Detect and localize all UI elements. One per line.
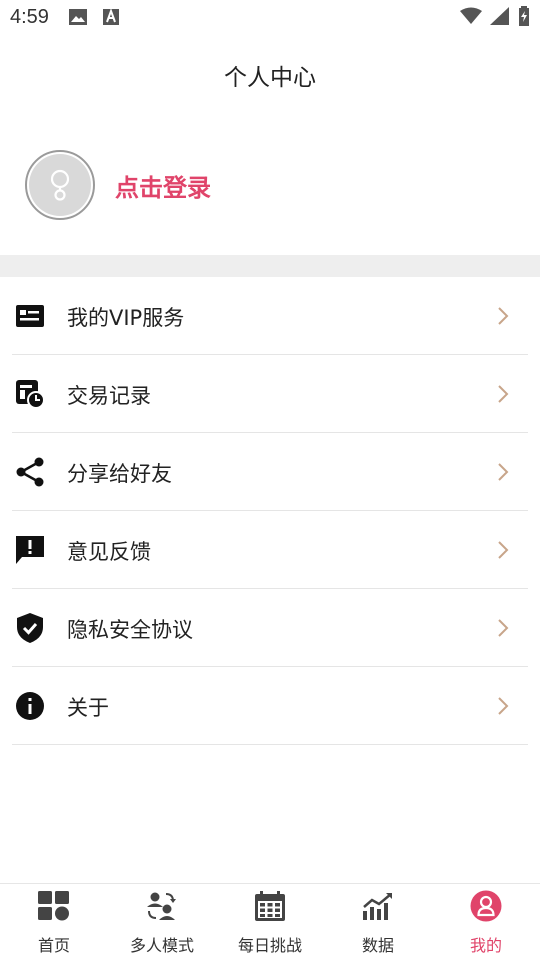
menu-item-feedback[interactable]: 意见反馈 [0,511,540,589]
chevron-right-icon [496,617,510,639]
nav-item-daily-challenge[interactable]: 每日挑战 [216,884,324,960]
menu-item-about[interactable]: 关于 [0,667,540,745]
nav-label: 多人模式 [129,936,194,955]
menu-item-privacy[interactable]: 隐私安全协议 [0,589,540,667]
shield-check-icon [14,612,46,644]
chevron-right-icon [496,305,510,327]
status-time: 4:59 [10,6,49,28]
feedback-icon [14,534,46,566]
info-icon [14,690,46,722]
menu-item-label: 隐私安全协议 [67,618,193,642]
page-title: 个人中心 [224,65,316,91]
signal-icon [490,7,510,29]
home-grid-icon [38,890,70,922]
menu-item-label: 意见反馈 [67,540,151,564]
chevron-right-icon [496,695,510,717]
image-icon [68,8,88,30]
wifi-icon [460,7,482,29]
menu-item-share[interactable]: 分享给好友 [0,433,540,511]
transaction-history-icon [14,378,46,410]
status-bar: 4:59 [0,0,540,38]
menu-item-transactions[interactable]: 交易记录 [0,355,540,433]
menu-item-label: 分享给好友 [67,462,172,486]
nav-label: 我的 [469,936,502,955]
avatar[interactable] [25,150,95,220]
nav-label: 首页 [37,936,70,955]
multiplayer-icon [146,890,178,922]
chart-icon [362,890,394,922]
nav-item-home[interactable]: 首页 [0,884,108,960]
bottom-nav: 首页 多人模式 每日挑战 数据 我的 [0,883,540,960]
nav-item-data[interactable]: 数据 [324,884,432,960]
nav-label: 每日挑战 [237,936,302,955]
menu-item-label: 交易记录 [67,384,151,408]
profile-icon [470,890,502,922]
login-link[interactable]: 点击登录 [115,168,211,203]
menu-item-vip[interactable]: 我的VIP服务 [0,277,540,355]
chevron-right-icon [496,539,510,561]
battery-icon [518,6,530,30]
chevron-right-icon [496,461,510,483]
header: 个人中心 [0,38,540,112]
menu-item-label: 关于 [67,696,109,720]
vip-card-icon [14,300,46,332]
nav-item-multiplayer[interactable]: 多人模式 [108,884,216,960]
chevron-right-icon [496,383,510,405]
calendar-icon [254,890,286,922]
keyboard-a-icon [102,8,120,30]
section-divider [0,255,540,277]
menu-list: 我的VIP服务 交易记录 分享给好友 意见反馈 隐私安全协议 关于 [0,277,540,745]
profile-section[interactable]: 点击登录 [0,112,540,255]
menu-item-label: 我的VIP服务 [67,306,185,330]
share-icon [14,456,46,488]
user-placeholder-icon [29,154,91,216]
nav-item-mine[interactable]: 我的 [432,884,540,960]
nav-label: 数据 [361,936,394,955]
